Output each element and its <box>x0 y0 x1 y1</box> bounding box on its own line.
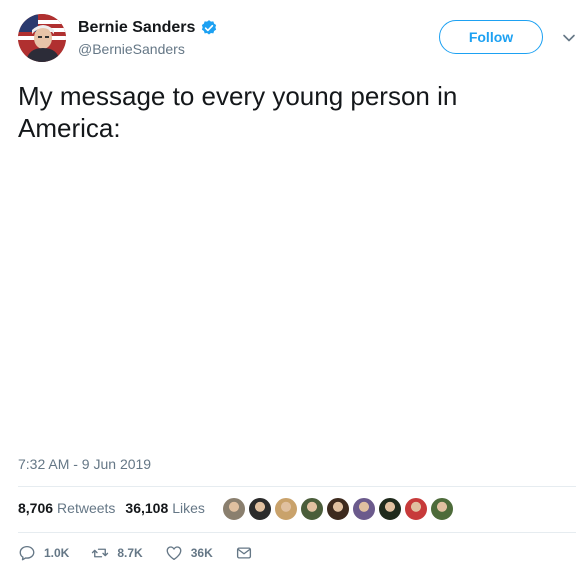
divider <box>18 486 576 487</box>
retweets-label: Retweets <box>57 500 116 516</box>
retweet-count: 8.7K <box>117 546 143 560</box>
tweet-media[interactable] <box>18 160 574 440</box>
envelope-icon <box>236 547 251 559</box>
liker-avatars <box>222 497 456 521</box>
chevron-down-icon[interactable] <box>562 31 576 45</box>
heart-icon <box>166 546 182 561</box>
tweet-timestamp[interactable]: 7:32 AM - 9 Jun 2019 <box>18 456 151 472</box>
tweet-stats: 8,706 Retweets 36,108 Likes <box>18 500 215 516</box>
user-names: Bernie Sanders @BernieSanders <box>78 18 218 57</box>
liker-avatar[interactable] <box>248 497 272 521</box>
retweets-stat[interactable]: 8,706 Retweets <box>18 500 115 516</box>
liker-avatar[interactable] <box>430 497 454 521</box>
liker-avatar[interactable] <box>352 497 376 521</box>
divider <box>18 532 576 533</box>
reply-icon <box>19 545 35 561</box>
avatar-photo-icon <box>18 14 66 62</box>
retweets-count: 8,706 <box>18 500 54 516</box>
likes-label: Likes <box>172 500 205 516</box>
avatar[interactable] <box>18 14 66 62</box>
reply-count: 1.0K <box>44 546 70 560</box>
tweet-text: My message to every young person in Amer… <box>18 81 458 143</box>
like-button[interactable]: 36K <box>165 544 213 562</box>
verified-badge-icon <box>202 20 217 35</box>
likes-count: 36,108 <box>125 500 169 516</box>
liker-avatar[interactable] <box>222 497 246 521</box>
liker-avatar[interactable] <box>378 497 402 521</box>
likes-stat[interactable]: 36,108 Likes <box>125 500 205 516</box>
reply-button[interactable]: 1.0K <box>18 544 69 562</box>
like-count: 36K <box>190 546 213 560</box>
follow-button[interactable]: Follow <box>439 20 543 54</box>
liker-avatar[interactable] <box>404 497 428 521</box>
user-handle[interactable]: @BernieSanders <box>78 41 218 57</box>
tweet-header: Bernie Sanders @BernieSanders Follow <box>18 14 586 66</box>
display-name[interactable]: Bernie Sanders <box>78 18 195 38</box>
display-name-row[interactable]: Bernie Sanders <box>78 18 218 38</box>
retweet-icon <box>92 548 109 558</box>
tweet-actions: 1.0K 8.7K 36K <box>18 544 283 562</box>
liker-avatar[interactable] <box>300 497 324 521</box>
retweet-button[interactable]: 8.7K <box>91 544 143 562</box>
liker-avatar[interactable] <box>274 497 298 521</box>
direct-message-button[interactable] <box>235 544 261 562</box>
liker-avatar[interactable] <box>326 497 350 521</box>
